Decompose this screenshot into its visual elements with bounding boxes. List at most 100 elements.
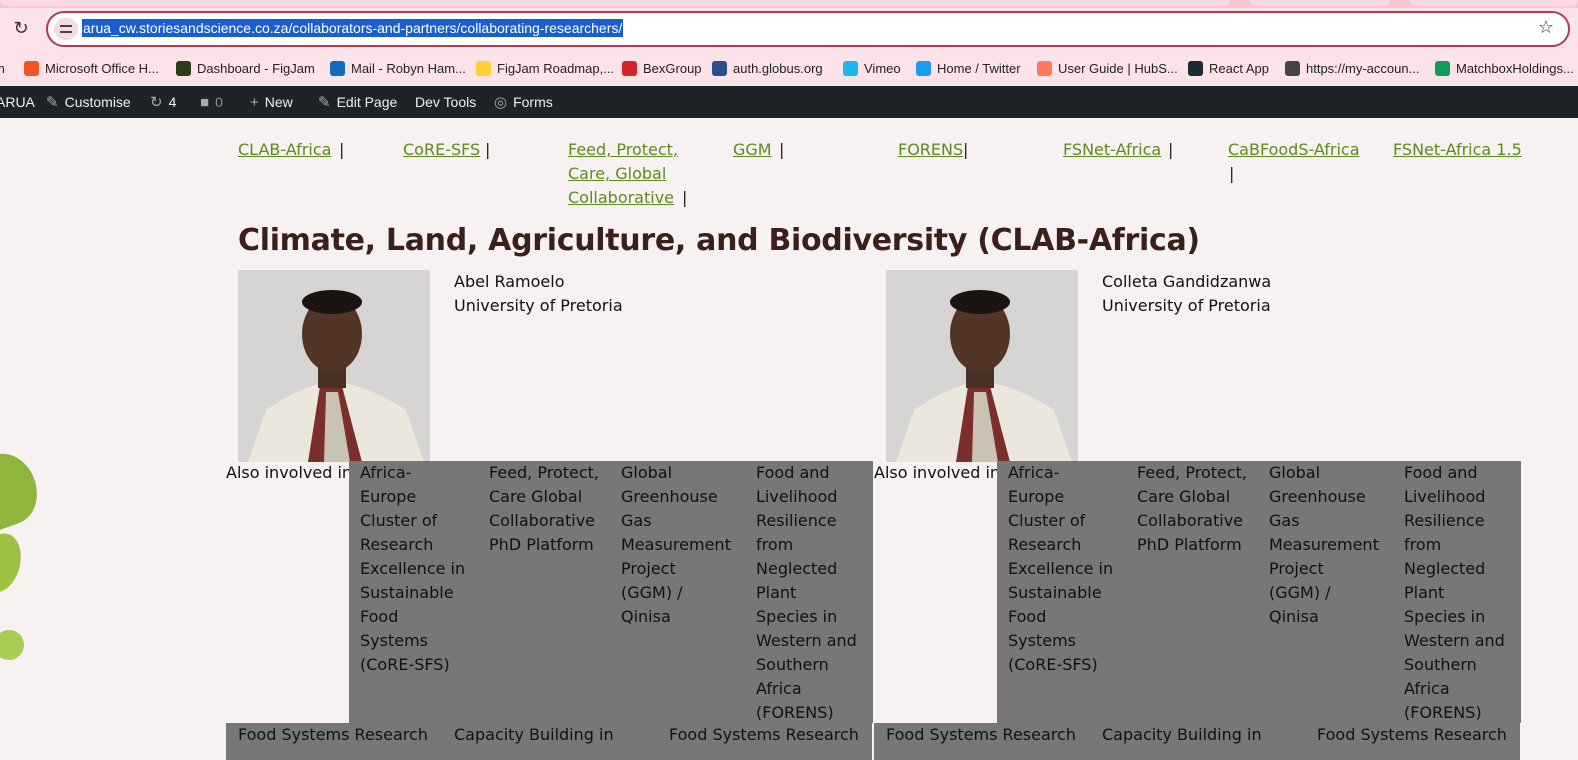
leaf-decoration-icon bbox=[0, 630, 24, 660]
active-tab-edge[interactable] bbox=[0, 0, 1230, 6]
project-item-line: Resilience bbox=[756, 511, 837, 530]
project-item-line: PhD Platform bbox=[489, 535, 594, 554]
forms-icon: ◎ bbox=[494, 94, 508, 111]
project-item-line: Global bbox=[621, 463, 673, 482]
project-item[interactable]: Global Greenhouse Gas Measurement Project (GG… bbox=[621, 461, 731, 629]
project-item-line: Project bbox=[1269, 559, 1324, 578]
project-item-line: (FORENS) bbox=[756, 703, 834, 722]
admin-forms[interactable]: ◎ Forms bbox=[494, 94, 553, 111]
project-item-line: (CoRE-SFS) bbox=[360, 655, 450, 674]
microsoft-office-icon bbox=[24, 61, 39, 76]
nav-link[interactable]: FSNet-Africa bbox=[1063, 138, 1161, 162]
globe-icon bbox=[1285, 61, 1300, 76]
project-item-line: Cluster of bbox=[1008, 511, 1086, 530]
bookmark-item[interactable]: auth.globus.org bbox=[712, 60, 823, 78]
bookmark-item[interactable]: m bbox=[0, 60, 5, 78]
project-item-line: Food and bbox=[1404, 463, 1478, 482]
bookmark-item[interactable]: Home / Twitter bbox=[916, 60, 1021, 78]
project-item-line: Southern bbox=[1404, 655, 1477, 674]
bookmark-label: BexGroup bbox=[643, 61, 702, 76]
project-item[interactable]: Africa- Europe Cluster of Research Excellenc… bbox=[1008, 461, 1113, 677]
site-settings-icon[interactable] bbox=[54, 18, 78, 40]
project-item[interactable]: Capacity Building in bbox=[454, 723, 614, 747]
react-icon bbox=[1188, 61, 1203, 76]
project-item-line: Species in bbox=[1404, 607, 1486, 626]
miro-icon bbox=[476, 61, 491, 76]
project-item[interactable]: Food and Livelihood Resilience from Neglecte… bbox=[756, 461, 857, 725]
project-item[interactable]: Food and Livelihood Resilience from Neglecte… bbox=[1404, 461, 1505, 725]
admin-customise[interactable]: ✎ Customise bbox=[46, 94, 131, 111]
address-bar-row: ↻ arua_cw.storiesandscience.co.za/collab… bbox=[0, 8, 1578, 50]
admin-new[interactable]: + New bbox=[250, 94, 293, 111]
bookmark-item[interactable]: User Guide | HubS... bbox=[1037, 60, 1178, 78]
vimeo-icon bbox=[843, 61, 858, 76]
project-item[interactable]: Food Systems Research bbox=[669, 723, 859, 747]
bookmark-label: React App bbox=[1209, 61, 1269, 76]
researcher-affiliation: University of Pretoria bbox=[1102, 296, 1271, 315]
project-item-line: Feed, Protect, bbox=[489, 463, 599, 482]
bookmark-item[interactable]: https://my-accoun... bbox=[1285, 60, 1419, 78]
project-item-line: Food bbox=[360, 607, 399, 626]
researcher-photo bbox=[238, 270, 430, 462]
project-item[interactable]: Food Systems Research bbox=[886, 723, 1076, 747]
updates-icon: ↻ bbox=[150, 94, 163, 111]
admin-comments[interactable]: ■ 0 bbox=[200, 94, 223, 111]
bookmark-item[interactable]: Dashboard - FigJam bbox=[176, 60, 315, 78]
project-item-line: Western and bbox=[756, 631, 857, 650]
bookmark-label: auth.globus.org bbox=[733, 61, 823, 76]
nav-link[interactable]: CaBFoodS-Africa bbox=[1228, 138, 1360, 162]
omnibox[interactable]: arua_cw.storiesandscience.co.za/collabor… bbox=[46, 11, 1570, 47]
project-item-line: Research bbox=[360, 535, 434, 554]
nav-link[interactable]: Feed, Protect, Care, Global Collaborative bbox=[568, 138, 678, 210]
project-item-line: Southern bbox=[756, 655, 829, 674]
bookmark-item[interactable]: Mail - Robyn Ham... bbox=[330, 60, 466, 78]
project-item-line: Collaborative bbox=[489, 511, 596, 530]
researcher-affiliation: University of Pretoria bbox=[454, 296, 623, 315]
bookmark-item[interactable]: FigJam Roadmap,... bbox=[476, 60, 614, 78]
project-item[interactable]: Food Systems Research bbox=[1317, 723, 1507, 747]
nav-link[interactable]: CLAB-Africa bbox=[238, 138, 331, 162]
url-text[interactable]: arua_cw.storiesandscience.co.za/collabor… bbox=[82, 19, 624, 37]
project-item-line: Western and bbox=[1404, 631, 1505, 650]
project-item-line: Food and bbox=[756, 463, 830, 482]
hubspot-icon bbox=[1037, 61, 1052, 76]
project-item-line: Europe bbox=[1008, 487, 1065, 506]
project-item[interactable]: Capacity Building in bbox=[1102, 723, 1262, 747]
comment-icon: ■ bbox=[200, 94, 210, 111]
nav-link[interactable]: CoRE-SFS bbox=[403, 138, 480, 162]
tab-edge[interactable] bbox=[1410, 0, 1578, 6]
tab-edge[interactable] bbox=[1250, 0, 1390, 6]
admin-dev-tools[interactable]: Dev Tools bbox=[415, 94, 476, 110]
bookmark-item[interactable]: Vimeo bbox=[843, 60, 901, 78]
project-item[interactable]: Feed, Protect, Care Global Collaborative Ph… bbox=[489, 461, 599, 557]
plus-icon: + bbox=[250, 94, 259, 111]
nav-link[interactable]: FORENS bbox=[898, 138, 963, 162]
project-item-line: Excellence in bbox=[1008, 559, 1114, 578]
project-item[interactable]: Food Systems Research bbox=[238, 723, 428, 747]
figjam-dashboard-icon bbox=[176, 61, 191, 76]
reload-icon[interactable]: ↻ bbox=[10, 18, 32, 40]
project-item[interactable]: Africa- Europe Cluster of Research Excellenc… bbox=[360, 461, 465, 677]
bookmark-item[interactable]: BexGroup bbox=[622, 60, 702, 78]
admin-edit-page[interactable]: ✎ Edit Page bbox=[318, 94, 397, 111]
project-item[interactable]: Global Greenhouse Gas Measurement Project (GG… bbox=[1269, 461, 1379, 629]
admin-site-name[interactable]: ARUA bbox=[0, 94, 35, 110]
project-item-line: Feed, Protect, bbox=[1137, 463, 1247, 482]
bookmark-item[interactable]: React App bbox=[1188, 60, 1269, 78]
project-item[interactable]: Feed, Protect, Care Global Collaborative Ph… bbox=[1137, 461, 1247, 557]
project-item-line: Plant bbox=[1404, 583, 1445, 602]
nav-separator: | bbox=[779, 140, 785, 159]
researcher-photo bbox=[886, 270, 1078, 462]
nav-separator: | bbox=[485, 140, 491, 159]
project-item-line: Care Global bbox=[489, 487, 583, 506]
bookmark-item[interactable]: Microsoft Office H... bbox=[24, 60, 159, 78]
bookmarks-bar: m Microsoft Office H... Dashboard - FigJam… bbox=[0, 50, 1578, 86]
admin-updates[interactable]: ↻ 4 bbox=[150, 94, 176, 111]
person-portrait-icon bbox=[238, 270, 430, 462]
nav-link[interactable]: GGM bbox=[733, 138, 772, 162]
project-item-line: Excellence in bbox=[360, 559, 466, 578]
bookmark-item[interactable]: MatchboxHoldings... bbox=[1435, 60, 1574, 78]
bookmark-star-icon[interactable]: ☆ bbox=[1538, 17, 1554, 38]
nav-separator: | bbox=[1229, 164, 1235, 183]
nav-link[interactable]: FSNet-Africa 1.5 bbox=[1393, 138, 1522, 162]
